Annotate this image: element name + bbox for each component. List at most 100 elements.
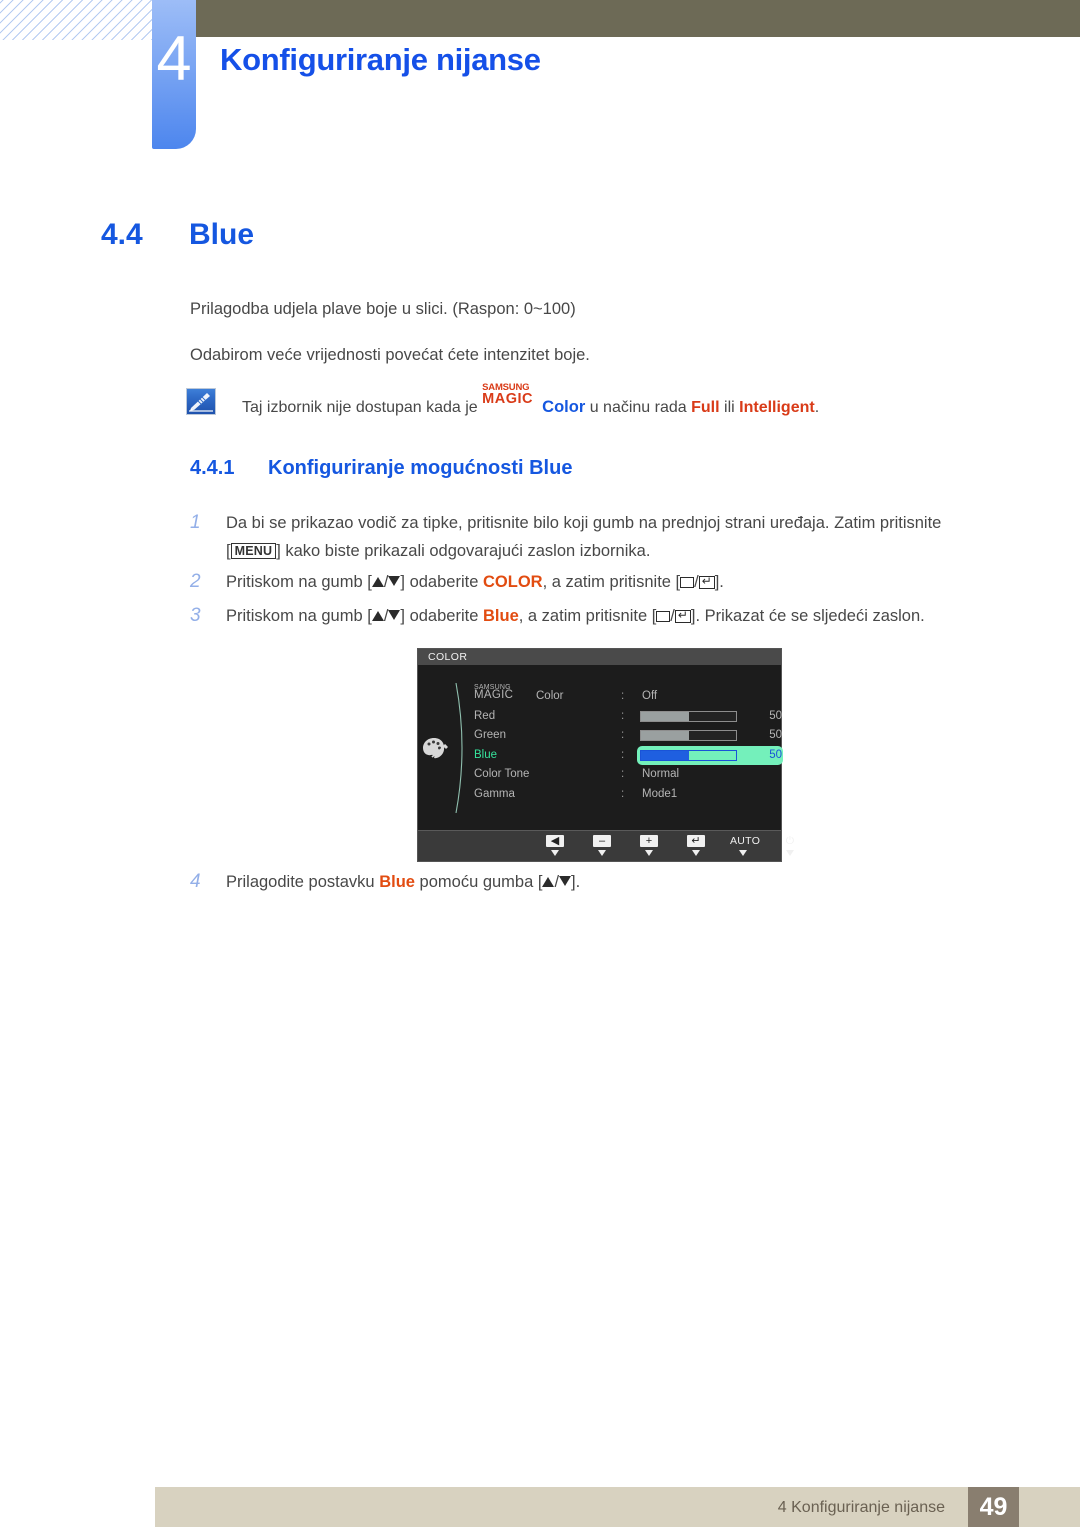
osd-separator: :: [621, 787, 625, 800]
minus-icon: –: [593, 835, 611, 847]
osd-slider-green[interactable]: [640, 730, 737, 741]
step-number: 4: [190, 871, 201, 892]
osd-logo-magic: MAGIC: [474, 689, 514, 701]
note-text-before: Taj izbornik nije dostupan kada je: [242, 399, 478, 416]
enter-icon: ↵: [687, 835, 705, 847]
osd-footer-bar: ◀ – + ↵ AUTO ⏻: [418, 830, 794, 861]
power-icon: ⏻: [785, 835, 795, 847]
step-number: 1: [190, 512, 201, 533]
enter-key-icon: [674, 610, 691, 623]
step-3-keyword: Blue: [482, 607, 519, 625]
button-marker-icon: [692, 850, 700, 856]
chapter-number: 4: [156, 24, 192, 94]
note-text: Taj izbornik nije dostupan kada je SAMSU…: [242, 383, 820, 419]
up-arrow-icon: [542, 877, 555, 887]
osd-label-green: Green: [474, 729, 506, 741]
section-heading: 4.4 Blue: [101, 216, 254, 254]
osd-row-magiccolor[interactable]: SAMSUNG MAGIC Color : Off: [474, 684, 774, 707]
enter-key-icon: [698, 576, 715, 589]
step-4-part1: Prilagodite postavku: [226, 873, 375, 891]
osd-body: SAMSUNG MAGIC Color : Off Red : 50 Green…: [418, 665, 783, 831]
plus-button[interactable]: +: [636, 835, 662, 856]
auto-button[interactable]: AUTO: [730, 835, 760, 856]
minus-button[interactable]: –: [589, 835, 615, 856]
osd-titlebar: [418, 649, 781, 665]
palette-icon: [422, 735, 452, 761]
up-arrow-icon: [371, 611, 384, 621]
step-2-keyword: COLOR: [482, 573, 543, 591]
chapter-title: Konfiguriranje nijanse: [220, 42, 541, 77]
left-arrow-button[interactable]: ◀: [542, 835, 568, 856]
osd-label-gamma: Gamma: [474, 787, 515, 800]
osd-label-color-tone: Color Tone: [474, 768, 530, 780]
decorative-hatch-pattern: [0, 0, 152, 40]
note-block: Taj izbornik nije dostupan kada je SAMSU…: [186, 383, 946, 419]
button-marker-icon: [551, 850, 559, 856]
power-button[interactable]: ⏻: [777, 835, 803, 856]
osd-row-blue-selected[interactable]: Blue : 50: [474, 745, 783, 766]
page-number-badge: 49: [968, 1487, 1019, 1527]
step-2: 2 Pritiskom na gumb [/] odaberite COLOR,…: [190, 568, 1035, 596]
step-1: 1 Da bi se prikazao vodič za tipke, prit…: [190, 509, 1035, 565]
osd-rows: SAMSUNG MAGIC Color : Off Red : 50 Green…: [474, 684, 783, 805]
step-body: Da bi se prikazao vodič za tipke, pritis…: [226, 514, 942, 560]
step-1-part2: kako biste prikazali odgovarajući zaslon…: [285, 542, 651, 560]
step-3: 3 Pritiskom na gumb [/] odaberite Blue, …: [190, 602, 1035, 630]
header-bar: [191, 0, 1080, 37]
osd-separator: :: [621, 748, 625, 761]
osd-row-color-tone[interactable]: Color Tone : Normal: [474, 765, 774, 785]
step-4-keyword: Blue: [379, 873, 415, 891]
step-3-part1: Pritiskom na gumb [: [226, 607, 372, 625]
source-key-icon: [680, 577, 695, 588]
step-1-part1: Da bi se prikazao vodič za tipke, pritis…: [226, 514, 942, 532]
osd-value-color-tone: Normal: [642, 768, 680, 780]
step-2-part2: ] odaberite: [400, 573, 479, 591]
logo-color-text: Color: [542, 398, 586, 416]
footer-bar: 4 Konfiguriranje nijanse: [155, 1487, 1080, 1527]
osd-label-red: Red: [474, 709, 496, 722]
step-3-part4: ]. Prikazat će se sljedeći zaslon.: [690, 607, 925, 625]
osd-separator: :: [621, 709, 625, 722]
osd-divider-curve: [454, 682, 470, 814]
button-marker-icon: [645, 850, 653, 856]
step-body: Pritiskom na gumb [/] odaberite COLOR, a…: [226, 568, 1035, 596]
osd-samsung-magic-logo: SAMSUNG MAGIC: [474, 684, 536, 705]
enter-button[interactable]: ↵: [683, 835, 709, 856]
footer-chapter-label: 4 Konfiguriranje nijanse: [777, 1499, 945, 1516]
note-text-middle: u načinu rada: [589, 399, 687, 416]
osd-title: COLOR: [428, 651, 468, 663]
step-number: 3: [190, 605, 201, 626]
subsection-number: 4.4.1: [190, 457, 235, 479]
osd-row-green[interactable]: Green : 50: [474, 726, 782, 746]
osd-row-red[interactable]: Red : 50: [474, 707, 782, 727]
osd-logo-color: Color: [536, 690, 564, 702]
osd-separator: :: [621, 768, 625, 780]
up-arrow-icon: [371, 577, 384, 587]
osd-value-gamma: Mode1: [642, 787, 678, 800]
note-keyword-intelligent: Intelligent: [739, 399, 815, 416]
osd-button-guide: ◀ – + ↵ AUTO ⏻: [542, 835, 803, 856]
section-number: 4.4: [101, 218, 143, 251]
step-body: Pritiskom na gumb [/] odaberite Blue, a …: [226, 602, 1035, 630]
step-3-part2: ] odaberite: [400, 607, 479, 625]
osd-value-green: 50: [769, 729, 782, 741]
note-text-end: .: [814, 399, 820, 416]
detail-paragraph: Odabirom veće vrijednosti povećat ćete i…: [190, 346, 590, 364]
step-2-part3: , a zatim pritisnite [: [542, 573, 681, 591]
step-number: 2: [190, 571, 201, 592]
section-title: Blue: [189, 218, 255, 251]
note-keyword-full: Full: [691, 399, 720, 416]
osd-menu-screenshot: COLOR SAMSUNG MAGIC Color: Off Red: 50…: [417, 648, 794, 862]
step-3-part3: , a zatim pritisnite [: [518, 607, 657, 625]
step-4: 4 Prilagodite postavku Blue pomoću gumba…: [190, 868, 1035, 896]
osd-slider-red[interactable]: [640, 710, 737, 722]
note-text-or: ili: [724, 399, 735, 416]
down-arrow-icon: [559, 876, 572, 886]
logo-magic-text: MAGIC: [482, 391, 533, 407]
osd-value-blue: 50: [769, 748, 782, 761]
osd-slider-blue[interactable]: [640, 749, 737, 761]
osd-row-gamma[interactable]: Gamma : Mode1: [474, 785, 774, 805]
osd-value-magiccolor: Off: [642, 690, 658, 702]
button-marker-icon: [598, 850, 606, 856]
step-2-part1: Pritiskom na gumb [: [226, 573, 372, 591]
